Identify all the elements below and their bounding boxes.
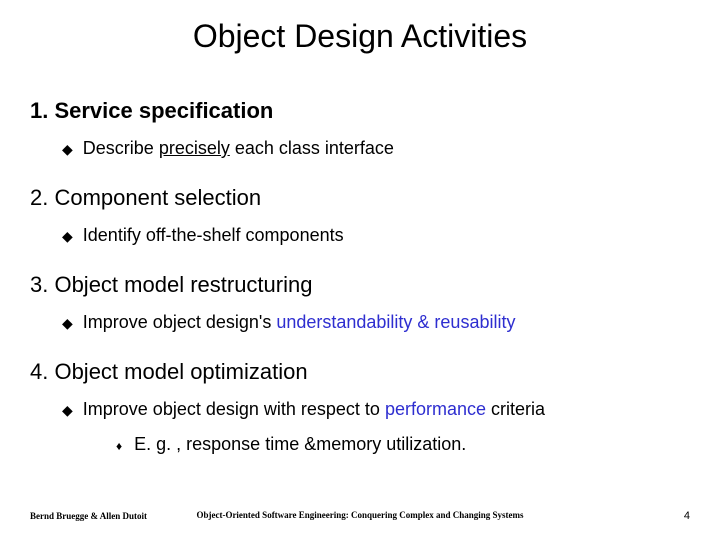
footer-author: Bernd Bruegge & Allen Dutoit: [30, 511, 147, 521]
sub-pre: Improve object design with respect to: [83, 399, 385, 419]
item-sub-4: ◆ Improve object design with respect to …: [62, 399, 690, 420]
item-sub-text-3: Improve object design's understandabilit…: [83, 312, 516, 333]
sub-pre: Identify off-the-shelf components: [83, 225, 344, 245]
bullet-icon: ◆: [62, 401, 73, 419]
diamond-icon: ♦: [116, 437, 122, 455]
sub-pre: Improve object design's: [83, 312, 277, 332]
item-subsub-4: ♦ E. g. , response time &memory utilizat…: [116, 434, 690, 455]
item-heading-2: 2. Component selection: [30, 185, 690, 211]
sub-em: understandability & reusability: [276, 312, 515, 332]
item-sub-2: ◆ Identify off-the-shelf components: [62, 225, 690, 246]
bullet-icon: ◆: [62, 227, 73, 245]
sub-em: precisely: [159, 138, 230, 158]
sub-pre: Describe: [83, 138, 159, 158]
slide-content: 1. Service specification ◆ Describe prec…: [30, 98, 690, 479]
footer: Bernd Bruegge & Allen Dutoit Object-Orie…: [30, 510, 690, 522]
item-heading-3: 3. Object model restructuring: [30, 272, 690, 298]
sub-post: criteria: [486, 399, 545, 419]
item-sub-1: ◆ Describe precisely each class interfac…: [62, 138, 690, 159]
item-heading-4: 4. Object model optimization: [30, 359, 690, 385]
sub-em: performance: [385, 399, 486, 419]
sub-post: each class interface: [230, 138, 394, 158]
slide: Object Design Activities 1. Service spec…: [0, 0, 720, 540]
bullet-icon: ◆: [62, 140, 73, 158]
slide-title: Object Design Activities: [0, 18, 720, 55]
page-number: 4: [684, 510, 690, 522]
bullet-icon: ◆: [62, 314, 73, 332]
subsub-text: E. g. , response time &memory utilizatio…: [134, 434, 466, 455]
item-sub-3: ◆ Improve object design's understandabil…: [62, 312, 690, 333]
item-sub-text-4: Improve object design with respect to pe…: [83, 399, 545, 420]
item-sub-text-1: Describe precisely each class interface: [83, 138, 394, 159]
item-sub-text-2: Identify off-the-shelf components: [83, 225, 344, 246]
item-heading-1: 1. Service specification: [30, 98, 690, 124]
